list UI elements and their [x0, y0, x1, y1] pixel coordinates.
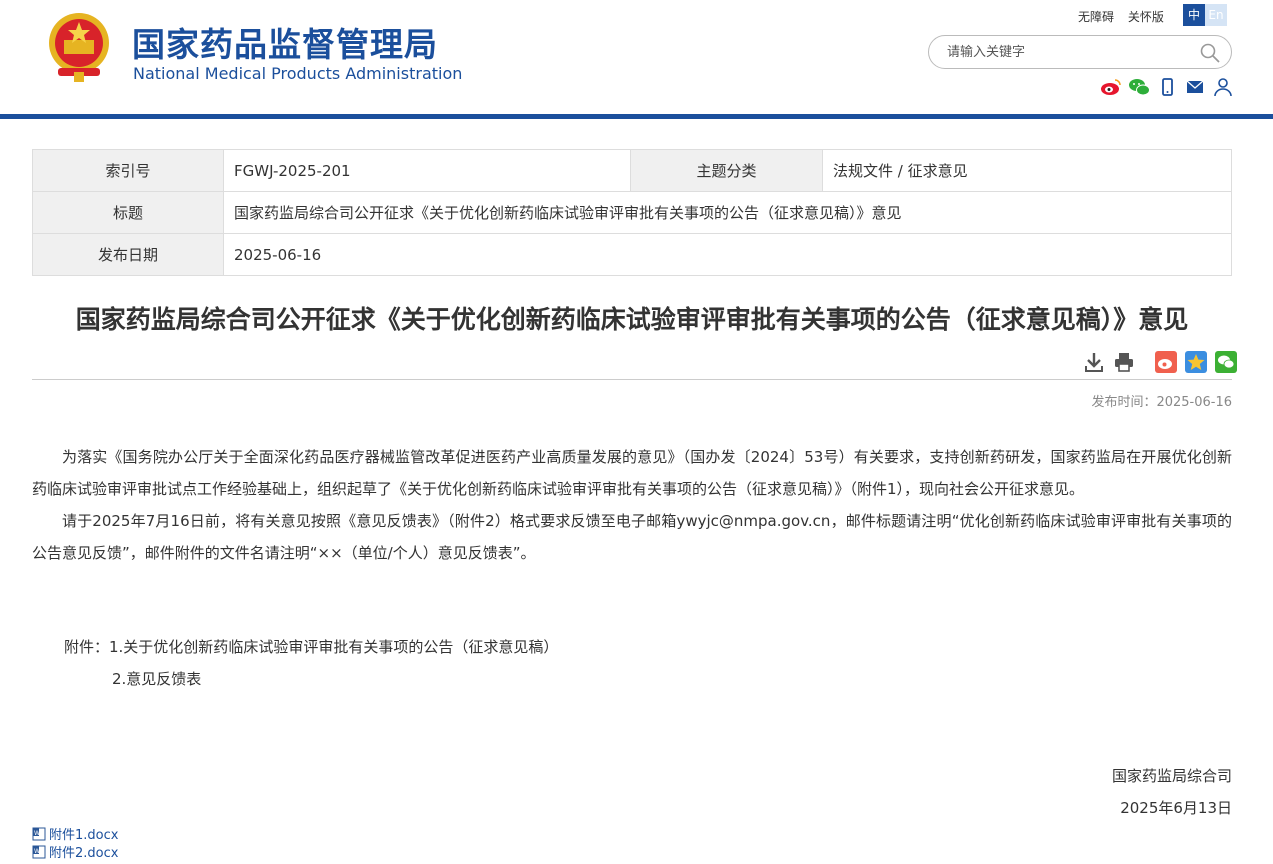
user-icon[interactable] — [1212, 77, 1234, 97]
file-link[interactable]: W 附件1.docx — [32, 824, 118, 843]
header-divider — [0, 114, 1273, 119]
site-title[interactable]: 国家药品监督管理局 — [132, 18, 438, 66]
title-divider — [32, 379, 1232, 380]
info-row: 索引号 FGWJ-2025-201 主题分类 法规文件 / 征求意见 — [32, 149, 1232, 192]
category-value: 法规文件 / 征求意见 — [822, 149, 1232, 192]
qzone-share-icon[interactable] — [1185, 351, 1207, 373]
national-emblem-icon[interactable] — [44, 10, 114, 84]
search-icon[interactable] — [1199, 42, 1221, 64]
search-input[interactable] — [947, 42, 1187, 62]
paragraph: 请于2025年7月16日前，将有关意见按照《意见反馈表》（附件2）格式要求反馈至… — [32, 512, 1232, 562]
language-switch: 中 En — [1183, 4, 1227, 26]
article-body: 为落实《国务院办公厅关于全面深化药品医疗器械监管改革促进医药产业高质量发展的意见… — [32, 441, 1232, 569]
word-doc-icon: W — [32, 827, 46, 840]
signer: 国家药监局综合司 — [1111, 767, 1232, 785]
mail-icon[interactable] — [1184, 77, 1206, 97]
attachment-list-item: 2.意见反馈表 — [112, 670, 202, 688]
publish-time: 发布时间：2025-06-16 — [1091, 395, 1232, 410]
lang-en-button[interactable]: En — [1205, 4, 1227, 26]
download-icon[interactable] — [1083, 351, 1105, 373]
file-name[interactable]: 附件2.docx — [49, 842, 118, 861]
site-header: 国家药品监督管理局 National Medical Products Admi… — [0, 0, 1273, 118]
weibo-share-icon[interactable] — [1155, 351, 1177, 373]
lang-zh-button[interactable]: 中 — [1183, 4, 1205, 26]
print-icon[interactable] — [1113, 351, 1135, 373]
article-tools — [1083, 351, 1237, 373]
weibo-icon[interactable] — [1100, 77, 1122, 97]
word-doc-icon: W — [32, 845, 46, 858]
wechat-share-icon[interactable] — [1215, 351, 1237, 373]
index-value: FGWJ-2025-201 — [223, 149, 631, 192]
file-link[interactable]: W 附件2.docx — [32, 842, 118, 861]
wechat-icon[interactable] — [1128, 77, 1150, 97]
title-value: 国家药监局综合司公开征求《关于优化创新药临床试验审评审批有关事项的公告（征求意见… — [223, 191, 1232, 234]
svg-text:W: W — [34, 848, 40, 855]
svg-text:W: W — [34, 830, 40, 837]
file-name[interactable]: 附件1.docx — [49, 824, 118, 843]
sign-date: 2025年6月13日 — [1120, 799, 1232, 817]
article-title: 国家药监局综合司公开征求《关于优化创新药临床试验审评审批有关事项的公告（征求意见… — [75, 305, 1189, 334]
accessibility-link[interactable]: 无障碍 — [1078, 10, 1114, 24]
social-links — [1100, 77, 1234, 97]
title-label: 标题 — [32, 191, 224, 234]
attachment-list-item: 附件：1.关于优化创新药临床试验审评审批有关事项的公告（征求意见稿） — [64, 638, 559, 656]
document-info-table: 索引号 FGWJ-2025-201 主题分类 法规文件 / 征求意见 标题 国家… — [32, 149, 1232, 276]
category-label: 主题分类 — [630, 149, 823, 192]
site-subtitle[interactable]: National Medical Products Administration — [133, 64, 462, 83]
index-label: 索引号 — [32, 149, 224, 192]
info-row: 发布日期 2025-06-16 — [32, 233, 1232, 276]
paragraph: 为落实《国务院办公厅关于全面深化药品医疗器械监管改革促进医药产业高质量发展的意见… — [32, 448, 1232, 498]
search-box — [928, 35, 1232, 69]
care-version-link[interactable]: 关怀版 — [1128, 10, 1164, 24]
top-links: 无障碍 关怀版 — [1078, 8, 1174, 25]
info-row: 标题 国家药监局综合司公开征求《关于优化创新药临床试验审评审批有关事项的公告（征… — [32, 191, 1232, 234]
date-label: 发布日期 — [32, 233, 224, 276]
date-value: 2025-06-16 — [223, 233, 1232, 276]
mobile-icon[interactable] — [1156, 77, 1178, 97]
